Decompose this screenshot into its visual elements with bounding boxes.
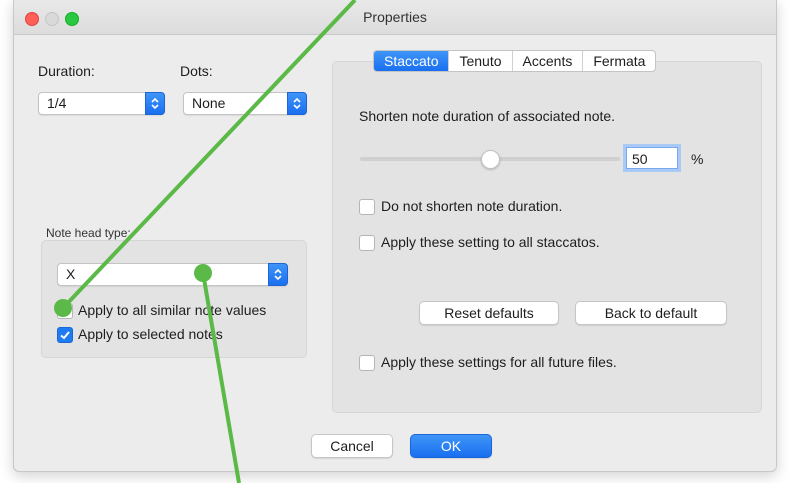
apply-selected-checkbox[interactable] bbox=[57, 327, 73, 343]
apply-similar-checkbox[interactable] bbox=[57, 303, 73, 319]
no-shorten-checkbox[interactable] bbox=[359, 199, 375, 215]
tab-fermata[interactable]: Fermata bbox=[582, 51, 655, 71]
future-files-checkbox[interactable] bbox=[359, 355, 375, 371]
shorten-value-field[interactable]: 50 bbox=[626, 147, 678, 169]
shorten-slider[interactable] bbox=[360, 150, 620, 169]
note-head-type-label: Note head type: bbox=[46, 226, 131, 240]
reset-defaults-button[interactable]: Reset defaults bbox=[419, 301, 559, 325]
articulation-tabs: Staccato Tenuto Accents Fermata bbox=[373, 50, 657, 72]
apply-all-staccatos-checkbox[interactable] bbox=[359, 235, 375, 251]
updown-chevron-icon bbox=[287, 92, 307, 115]
cancel-button[interactable]: Cancel bbox=[311, 434, 393, 458]
ok-button[interactable]: OK bbox=[410, 434, 492, 458]
duration-select-value: 1/4 bbox=[47, 95, 67, 111]
dots-select[interactable]: None bbox=[183, 92, 307, 115]
checkmark-icon bbox=[60, 331, 70, 340]
note-head-select[interactable]: X bbox=[57, 263, 288, 286]
apply-similar-label: Apply to all similar note values bbox=[78, 302, 267, 318]
back-to-default-button[interactable]: Back to default bbox=[575, 301, 727, 325]
title-bar[interactable]: Properties bbox=[14, 0, 776, 35]
dots-label: Dots: bbox=[180, 63, 213, 79]
apply-selected-label: Apply to selected notes bbox=[78, 326, 223, 342]
future-files-label: Apply these settings for all future file… bbox=[381, 354, 617, 370]
shorten-description: Shorten note duration of associated note… bbox=[359, 108, 616, 124]
duration-label: Duration: bbox=[38, 63, 95, 79]
tab-accents[interactable]: Accents bbox=[511, 51, 583, 71]
window-title: Properties bbox=[363, 9, 427, 25]
properties-dialog: Properties Duration: Dots: 1/4 None Note… bbox=[13, 0, 777, 472]
percent-unit: % bbox=[691, 151, 704, 167]
updown-chevron-icon bbox=[145, 92, 165, 115]
slider-thumb[interactable] bbox=[481, 150, 500, 169]
apply-all-staccatos-label: Apply these setting to all staccatos. bbox=[381, 234, 600, 250]
tab-tenuto[interactable]: Tenuto bbox=[448, 51, 511, 71]
dots-select-value: None bbox=[192, 95, 226, 111]
tab-staccato[interactable]: Staccato bbox=[374, 51, 449, 71]
no-shorten-label: Do not shorten note duration. bbox=[381, 198, 563, 214]
duration-select[interactable]: 1/4 bbox=[38, 92, 165, 115]
note-head-select-value: X bbox=[66, 266, 76, 282]
updown-chevron-icon bbox=[268, 263, 288, 286]
